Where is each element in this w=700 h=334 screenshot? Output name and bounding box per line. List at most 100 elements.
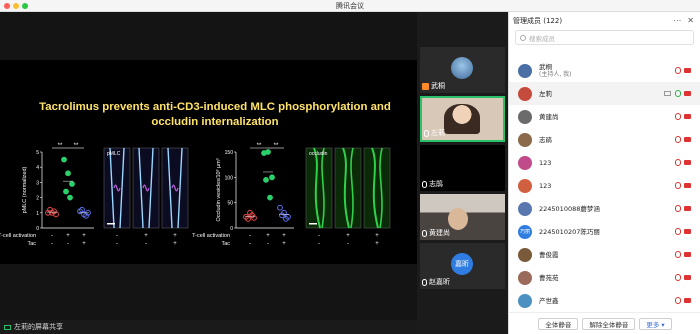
row-value: +: [82, 241, 86, 247]
member-name: 武桐: [539, 62, 552, 71]
mic-off-icon[interactable]: [675, 182, 681, 189]
data-point: [69, 181, 75, 187]
row-value: -: [249, 241, 251, 247]
member-row[interactable]: 曹俊霞: [509, 243, 700, 266]
member-row[interactable]: 2245010088蘑梦涵: [509, 197, 700, 220]
camera-feed: [444, 104, 480, 134]
mic-icon: [424, 129, 429, 137]
row-label: Tac: [221, 241, 230, 247]
mic-off-icon[interactable]: [675, 251, 681, 258]
y-tick-label: 50: [227, 201, 233, 207]
data-point: [277, 204, 283, 211]
member-row[interactable]: 123: [509, 174, 700, 197]
micrograph-row-value: -: [318, 241, 320, 247]
member-row[interactable]: 曹苑苑: [509, 266, 700, 289]
y-axis-label: Occludin vesicles/10³ µm³: [216, 158, 222, 221]
row-value: +: [282, 233, 286, 239]
camera-off-icon[interactable]: [684, 275, 691, 280]
data-point: [269, 174, 275, 181]
mic-off-icon[interactable]: [675, 205, 681, 212]
scale-bar: [107, 223, 115, 225]
member-name: 曹苑苑: [539, 273, 559, 282]
y-tick-label: 2: [36, 196, 39, 202]
mic-off-icon[interactable]: [675, 274, 681, 281]
member-name: 左莉: [539, 89, 552, 98]
camera-off-icon[interactable]: [684, 229, 691, 234]
row-label: T-cell activation: [192, 233, 230, 239]
y-tick-label: 0: [230, 226, 233, 232]
data-point: [267, 194, 273, 201]
row-value: +: [282, 241, 286, 247]
slide-figure: 0 1 2 3 4 5 pMLC (normalized) ** ** T-cell activa…: [0, 143, 391, 247]
member-row[interactable]: 左莉: [509, 82, 700, 105]
mic-off-icon[interactable]: [675, 297, 681, 304]
more-button[interactable]: 更多 ▾: [639, 317, 672, 330]
member-row[interactable]: 123: [509, 151, 700, 174]
significance-label: **: [58, 143, 63, 149]
unmute-all-button[interactable]: 解除全体静音: [582, 317, 636, 330]
video-tile-zhijuan[interactable]: 志鹃: [420, 145, 505, 191]
camera-off-icon[interactable]: [684, 160, 691, 165]
video-tile-zhaojiaxin[interactable]: 嘉昕 赵嘉昕: [420, 243, 505, 289]
video-tile-wutong[interactable]: 武桐: [420, 47, 505, 93]
member-row[interactable]: 黄建尚: [509, 105, 700, 128]
data-point: [63, 188, 69, 195]
close-icon[interactable]: ✕: [687, 16, 694, 25]
camera-off-icon[interactable]: [684, 183, 691, 188]
micrograph-row-value: -: [116, 233, 118, 239]
member-name: 黄建尚: [539, 112, 559, 121]
member-list: 武桐 (主持人, 我) 左莉黄建尚志鹃 123 123 2245010088蘑梦涵巧丽 22…: [509, 59, 700, 312]
camera-face: [448, 208, 468, 230]
member-role: (主持人, 我): [539, 70, 572, 78]
search-icon: [520, 34, 526, 41]
camera-off-icon[interactable]: [684, 206, 691, 211]
row-value: -: [51, 241, 53, 247]
tile-name: 黄建尚: [429, 229, 450, 237]
y-tick-label: 150: [225, 150, 234, 156]
data-point: [263, 176, 269, 183]
more-options-icon[interactable]: ⋯: [673, 16, 681, 25]
camera-off-icon[interactable]: [684, 298, 691, 303]
host-icon: [422, 82, 429, 90]
member-name: 2245010088蘑梦涵: [539, 204, 600, 213]
member-row[interactable]: 产世鑫: [509, 289, 700, 312]
y-tick-label: 100: [225, 175, 234, 181]
row-value: +: [266, 233, 270, 239]
video-tile-zuoli[interactable]: 左莉: [420, 96, 505, 142]
avatar: 巧丽: [518, 224, 532, 239]
member-search-input[interactable]: 搜索成员: [515, 30, 694, 45]
tile-name: 左莉: [431, 129, 445, 137]
mic-on-icon[interactable]: [675, 90, 681, 97]
member-row[interactable]: 武桐 (主持人, 我): [509, 59, 700, 82]
tile-name: 赵嘉昕: [429, 278, 450, 286]
camera-off-icon[interactable]: [684, 68, 691, 73]
camera-off-icon[interactable]: [684, 252, 691, 257]
y-tick-label: 4: [36, 165, 39, 171]
member-row[interactable]: 志鹃: [509, 128, 700, 151]
camera-off-icon[interactable]: [684, 137, 691, 142]
significance-label: **: [257, 143, 262, 149]
tile-name: 志鹃: [429, 180, 443, 188]
micrograph-row-value: -: [347, 241, 349, 247]
data-point: [61, 156, 67, 163]
mic-off-icon[interactable]: [675, 136, 681, 143]
camera-off-icon[interactable]: [684, 91, 691, 96]
y-tick-label: 1: [36, 211, 39, 217]
video-tile-huangjianshang[interactable]: 黄建尚: [420, 194, 505, 240]
member-name: 曹俊霞: [539, 250, 559, 259]
mic-off-icon[interactable]: [675, 228, 681, 235]
mic-off-icon[interactable]: [675, 67, 681, 74]
camera-off-icon[interactable]: [684, 114, 691, 119]
member-name: 123: [539, 158, 552, 167]
micrograph-row-value: -: [116, 241, 118, 247]
member-row[interactable]: 巧丽 2245010207陈巧丽: [509, 220, 700, 243]
member-name: 志鹃: [539, 135, 552, 144]
mic-icon: [422, 229, 427, 237]
tile-name: 武桐: [431, 82, 445, 90]
share-footer-label: 左莉的屏幕共享: [14, 323, 63, 331]
mute-all-button[interactable]: 全体静音: [538, 317, 579, 330]
micrograph-row-value: -: [145, 241, 147, 247]
mic-off-icon[interactable]: [675, 113, 681, 120]
micrograph-row-value: +: [375, 233, 379, 239]
mic-off-icon[interactable]: [675, 159, 681, 166]
